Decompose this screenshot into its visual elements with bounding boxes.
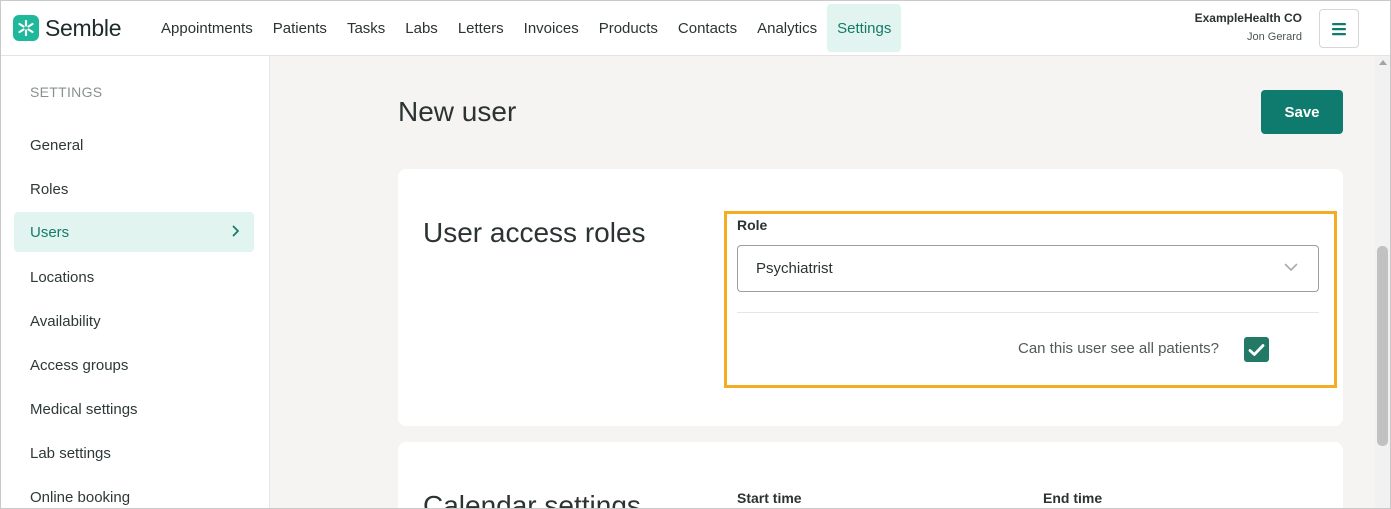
account-info[interactable]: ExampleHealth CO Jon Gerard bbox=[1195, 11, 1302, 43]
role-label: Role bbox=[737, 217, 768, 233]
user-access-roles-card: User access roles Role Psychiatrist Can … bbox=[398, 169, 1343, 426]
page-scrollbar[interactable] bbox=[1375, 56, 1390, 508]
checkmark-icon bbox=[1248, 343, 1265, 356]
section-title: User access roles bbox=[423, 217, 646, 248]
org-name: ExampleHealth CO bbox=[1194, 11, 1302, 25]
section-title: Calendar settings bbox=[423, 490, 641, 509]
hamburger-icon bbox=[1332, 22, 1346, 35]
sidebar-item-label: Availability bbox=[30, 312, 101, 330]
scroll-up-icon[interactable] bbox=[1379, 60, 1387, 65]
nav-analytics[interactable]: Analytics bbox=[747, 4, 827, 52]
nav-letters[interactable]: Letters bbox=[448, 4, 514, 52]
nav-appointments[interactable]: Appointments bbox=[151, 4, 263, 52]
sidebar-item-access-groups[interactable]: Access groups bbox=[14, 345, 254, 385]
nav-settings[interactable]: Settings bbox=[827, 4, 902, 52]
brand-name: Semble bbox=[45, 14, 122, 41]
divider bbox=[737, 312, 1319, 313]
sidebar-item-lab-settings[interactable]: Lab settings bbox=[14, 433, 254, 473]
nav-labs[interactable]: Labs bbox=[395, 4, 448, 52]
page-title: New user bbox=[398, 96, 517, 127]
nav-contacts[interactable]: Contacts bbox=[668, 4, 747, 52]
start-time-label: Start time bbox=[737, 490, 802, 506]
top-navbar: Semble Appointments Patients Tasks Labs … bbox=[1, 1, 1390, 56]
sidebar-item-locations[interactable]: Locations bbox=[14, 257, 254, 297]
sidebar-item-general[interactable]: General bbox=[14, 125, 254, 165]
sidebar-item-medical-settings[interactable]: Medical settings bbox=[14, 389, 254, 429]
semble-logo-icon bbox=[13, 15, 39, 41]
role-select[interactable]: Psychiatrist bbox=[737, 245, 1319, 292]
sidebar-item-label: Roles bbox=[30, 180, 69, 198]
role-select-value: Psychiatrist bbox=[756, 260, 833, 277]
nav-tasks[interactable]: Tasks bbox=[337, 4, 395, 52]
calendar-settings-card: Calendar settings Start time End time bbox=[398, 442, 1343, 509]
sidebar-item-availability[interactable]: Availability bbox=[14, 301, 254, 341]
sidebar-item-label: Access groups bbox=[30, 356, 129, 374]
sidebar-item-label: General bbox=[30, 136, 84, 154]
sidebar-item-label: Users bbox=[30, 223, 70, 241]
sidebar-item-label: Medical settings bbox=[30, 400, 138, 418]
main-menu-button[interactable] bbox=[1319, 9, 1359, 48]
sidebar-item-label: Online booking bbox=[30, 488, 131, 506]
chevron-right-icon bbox=[232, 225, 239, 237]
sidebar-item-label: Locations bbox=[30, 268, 95, 286]
nav-patients[interactable]: Patients bbox=[263, 4, 337, 52]
see-all-patients-checkbox[interactable] bbox=[1244, 337, 1269, 362]
chevron-down-icon bbox=[1284, 263, 1298, 271]
sidebar-item-online-booking[interactable]: Online booking bbox=[14, 477, 254, 508]
sidebar-heading: SETTINGS bbox=[30, 84, 103, 100]
see-all-patients-label: Can this user see all patients? bbox=[1018, 340, 1219, 357]
nav-products[interactable]: Products bbox=[589, 4, 668, 52]
scrollbar-thumb[interactable] bbox=[1377, 246, 1388, 446]
sidebar-item-users[interactable]: Users bbox=[14, 212, 254, 252]
save-button[interactable]: Save bbox=[1261, 90, 1343, 134]
brand-logo[interactable]: Semble bbox=[13, 15, 121, 41]
settings-sidebar: SETTINGS General Roles Users Locations A… bbox=[1, 56, 270, 508]
app-window: Semble Appointments Patients Tasks Labs … bbox=[0, 0, 1391, 509]
end-time-label: End time bbox=[1043, 490, 1103, 506]
main-nav: Appointments Patients Tasks Labs Letters… bbox=[151, 4, 902, 52]
nav-invoices[interactable]: Invoices bbox=[514, 4, 589, 52]
user-name: Jon Gerard bbox=[1246, 31, 1302, 43]
sidebar-item-roles[interactable]: Roles bbox=[14, 169, 254, 209]
sidebar-item-label: Lab settings bbox=[30, 444, 111, 462]
